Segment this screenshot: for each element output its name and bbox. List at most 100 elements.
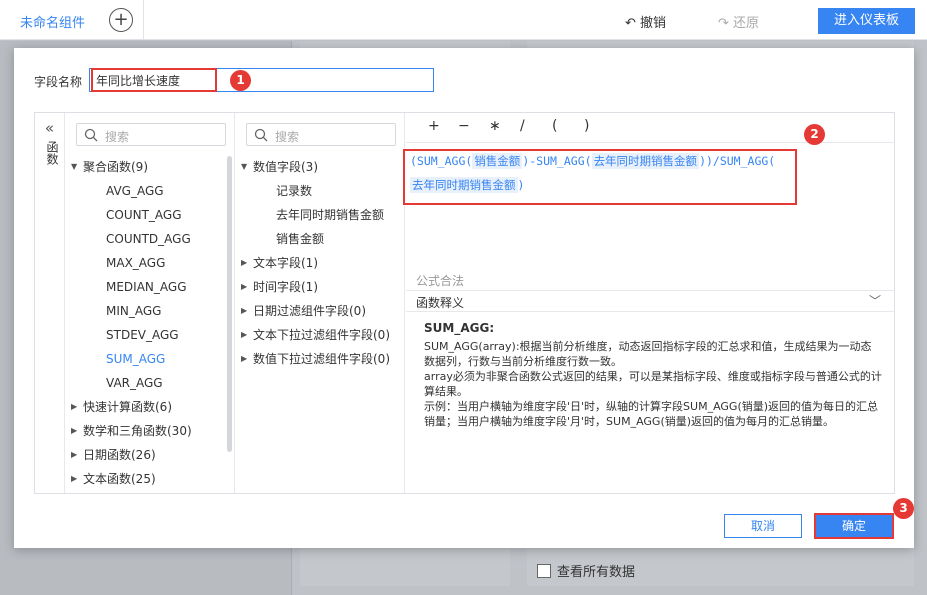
caret-down-icon[interactable]: ▼ (241, 155, 247, 179)
tree-group[interactable]: ▼ 数值字段(3) (236, 155, 404, 179)
tree-item[interactable]: 去年同时期销售金额 (236, 203, 404, 227)
checkbox-icon[interactable] (537, 564, 551, 578)
tree-group[interactable]: ▶ 数值下拉过滤组件字段(0) (236, 347, 404, 371)
view-all-data-checkbox[interactable]: 查看所有数据 (537, 561, 635, 580)
function-list-scrollbar[interactable] (227, 153, 232, 453)
tree-item[interactable]: VAR_AGG (66, 371, 234, 395)
tree-item[interactable]: AVG_AGG (66, 179, 234, 203)
tree-group[interactable]: ▶ 时间字段(1) (236, 275, 404, 299)
tree-item-label: MAX_AGG (106, 256, 166, 270)
add-calculated-field-dialog: 字段名称 « 函数 搜索 ▼ 聚合函数(9) AVG_AGG COUNT_AGG COU… (14, 48, 914, 548)
annotation-badge: 1 (230, 70, 251, 91)
annotation-highlight-confirm (814, 513, 894, 539)
tree-group[interactable]: ▼ 聚合函数(9) (66, 155, 234, 179)
caret-right-icon[interactable]: ▶ (71, 467, 77, 491)
operator-button[interactable]: + (428, 118, 440, 134)
field-name-label: 字段名称 (34, 75, 83, 89)
tree-item-label: SUM_AGG (106, 352, 166, 366)
tree-item[interactable]: COUNTD_AGG (66, 227, 234, 251)
tree-item-label: MEDIAN_AGG (106, 280, 187, 294)
explanation-line: 示例：当用户横轴为维度字段'日'时，纵轴的计算字段SUM_AGG(销量)返回的值… (424, 400, 879, 428)
redo-button[interactable]: ↷ 还原 (718, 12, 759, 31)
operator-button[interactable]: ∗ (489, 118, 501, 134)
operator-button[interactable]: − (458, 118, 470, 134)
operator-button[interactable]: ) (584, 118, 589, 134)
function-list-column: 搜索 ▼ 聚合函数(9) AVG_AGG COUNT_AGG COUNTD_AGG MAX… (66, 113, 235, 493)
function-search-input[interactable]: 搜索 (76, 123, 226, 146)
tree-item-label: 去年同时期销售金额 (276, 208, 385, 222)
tree-item[interactable]: 记录数 (236, 179, 404, 203)
tree-item[interactable]: STDEV_AGG (66, 323, 234, 347)
caret-right-icon[interactable]: ▶ (241, 299, 247, 323)
tree-item-label: 快速计算函数(6) (83, 400, 172, 414)
component-name-tab[interactable]: 未命名组件 (20, 12, 85, 31)
caret-down-icon[interactable]: ▼ (71, 155, 77, 179)
cancel-button[interactable]: 取消 (724, 514, 802, 538)
field-search-input[interactable]: 搜索 (246, 123, 396, 146)
explanation-line: array必须为非聚合函数公式返回的结果，可以是某指标字段、维度或指标字段与普通… (424, 370, 882, 398)
undo-button[interactable]: ↶ 撤销 (625, 12, 666, 31)
tree-group[interactable]: ▶ 日期过滤组件字段(0) (236, 299, 404, 323)
function-name: SUM_AGG: (424, 321, 495, 335)
tree-item-label: VAR_AGG (106, 376, 163, 390)
top-bar: 未命名组件 + ↶ 撤销 ↷ 还原 进入仪表板 (0, 0, 927, 40)
tree-item-label: 销售金额 (276, 232, 325, 246)
tree-item-label: AVG_AGG (106, 184, 164, 198)
field-list-column: 搜索 ▼ 数值字段(3) 记录数去年同时期销售金额 销售金额 ▶ 文本字段(1) ▶ 时间字段… (236, 113, 405, 493)
redo-icon: ↷ (718, 16, 734, 31)
tree-group[interactable]: ▶ 文本字段(1) (236, 251, 404, 275)
tree-item[interactable]: SUM_AGG (66, 347, 234, 371)
tree-group[interactable]: ▶ 快速计算函数(6) (66, 395, 234, 419)
search-icon (84, 128, 98, 142)
tree-item-label: 数值下拉过滤组件字段(0) (253, 352, 390, 366)
explanation-line: SUM_AGG(array):根据当前分析维度，动态返回指标字段的汇总求和值，生… (424, 340, 872, 368)
tree-item-label: 日期过滤组件字段(0) (253, 304, 366, 318)
caret-right-icon[interactable]: ▶ (71, 443, 77, 467)
enter-dashboard-button[interactable]: 进入仪表板 (818, 8, 915, 34)
tree-item[interactable]: MEDIAN_AGG (66, 275, 234, 299)
tree-item-label: 文本函数(25) (83, 472, 156, 486)
annotation-highlight-formula (403, 149, 797, 205)
chevron-down-icon[interactable]: ﹀ (869, 292, 881, 309)
divider (143, 0, 144, 40)
caret-right-icon[interactable]: ▶ (241, 275, 247, 299)
collapse-double-chevron-icon[interactable]: « (35, 119, 64, 137)
tree-item-label: 数学和三角函数(30) (83, 424, 192, 438)
operator-button[interactable]: / (520, 118, 525, 134)
tree-item-label: 聚合函数(9) (83, 160, 148, 174)
tree-item-label: COUNTD_AGG (106, 232, 191, 246)
annotation-badge: 3 (893, 498, 914, 519)
functions-toggle-label: 函数 (45, 141, 59, 165)
redo-label: 还原 (733, 16, 760, 31)
tree-group[interactable]: ▶ 数学和三角函数(30) (66, 419, 234, 443)
function-explanation-header[interactable]: 函数释义 ﹀ (406, 290, 895, 312)
caret-right-icon[interactable]: ▶ (241, 323, 247, 347)
caret-right-icon[interactable]: ▶ (241, 251, 247, 275)
tree-item-label: COUNT_AGG (106, 208, 182, 222)
tree-item[interactable]: 销售金额 (236, 227, 404, 251)
function-tree: ▼ 聚合函数(9) AVG_AGG COUNT_AGG COUNTD_AGG MAX_AG… (66, 155, 234, 491)
tree-group[interactable]: ▶ 文本函数(25) (66, 467, 234, 491)
tree-group[interactable]: ▶ 文本下拉过滤组件字段(0) (236, 323, 404, 347)
undo-label: 撤销 (640, 16, 667, 31)
scrollbar-thumb[interactable] (227, 156, 232, 452)
caret-right-icon[interactable]: ▶ (71, 395, 77, 419)
search-placeholder: 搜索 (275, 130, 300, 144)
tree-group[interactable]: ▶ 日期函数(26) (66, 443, 234, 467)
operator-button[interactable]: ( (552, 118, 557, 134)
tree-item-label: 记录数 (276, 184, 313, 198)
add-component-button[interactable]: + (109, 8, 133, 32)
undo-icon: ↶ (625, 16, 641, 31)
annotation-badge: 2 (804, 124, 825, 145)
tree-item[interactable]: MIN_AGG (66, 299, 234, 323)
tree-item-label: 数值字段(3) (253, 160, 318, 174)
field-tree: ▼ 数值字段(3) 记录数去年同时期销售金额 销售金额 ▶ 文本字段(1) ▶ 时间字段(1)… (236, 155, 404, 371)
functions-panel-toggle[interactable]: « 函数 (35, 113, 65, 493)
tree-item-label: MIN_AGG (106, 304, 162, 318)
caret-right-icon[interactable]: ▶ (71, 419, 77, 443)
tree-item[interactable]: COUNT_AGG (66, 203, 234, 227)
tree-item[interactable]: MAX_AGG (66, 251, 234, 275)
search-placeholder: 搜索 (105, 130, 130, 144)
caret-right-icon[interactable]: ▶ (241, 347, 247, 371)
function-explanation-body: SUM_AGG: SUM_AGG(array):根据当前分析维度，动态返回指标字… (424, 321, 882, 429)
